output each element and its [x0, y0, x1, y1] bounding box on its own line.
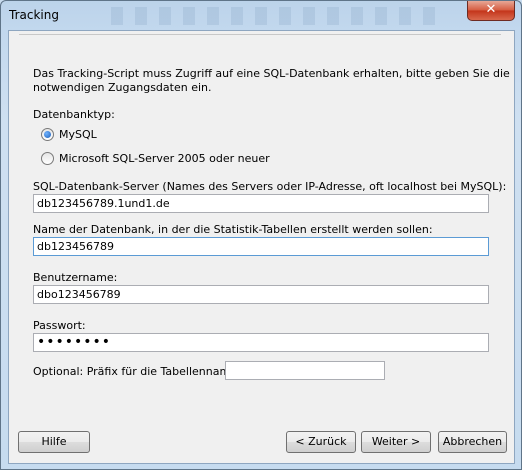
close-button[interactable]: ✕	[467, 1, 515, 21]
database-input[interactable]	[33, 237, 489, 256]
close-icon: ✕	[485, 2, 497, 17]
db-type-label: Datenbanktyp:	[33, 108, 115, 121]
title-bar[interactable]: Tracking ✕	[1, 1, 521, 29]
prefix-label: Optional: Präfix für die Tabellennamen:	[33, 365, 248, 378]
password-input[interactable]	[33, 333, 489, 352]
username-label: Benutzername:	[33, 271, 118, 284]
password-label: Passwort:	[33, 319, 86, 332]
settings-panel: Das Tracking-Script muss Zugriff auf ein…	[19, 34, 510, 415]
radio-mysql[interactable]	[41, 128, 54, 141]
next-button[interactable]: Weiter >	[361, 431, 431, 453]
help-button[interactable]: Hilfe	[18, 431, 90, 453]
dialog-client-area: Das Tracking-Script muss Zugriff auf ein…	[8, 30, 515, 464]
radio-mssql-label[interactable]: Microsoft SQL-Server 2005 oder neuer	[59, 152, 270, 165]
dialog-window: Tracking ✕ Das Tracking-Script muss Zugr…	[0, 0, 522, 470]
radio-mssql[interactable]	[41, 152, 54, 165]
prefix-input[interactable]	[225, 361, 385, 380]
cancel-button[interactable]: Abbrechen	[438, 431, 507, 453]
intro-text-line2: notwendigen Zugangsdaten ein.	[33, 81, 212, 94]
back-button[interactable]: < Zurück	[286, 431, 356, 453]
server-label: SQL-Datenbank-Server (Names des Servers …	[33, 180, 507, 193]
server-input[interactable]	[33, 194, 489, 213]
background-toolbar-ghost	[111, 7, 441, 25]
radio-mysql-label[interactable]: MySQL	[59, 128, 97, 141]
username-input[interactable]	[33, 285, 489, 304]
database-label: Name der Datenbank, in der die Statistik…	[33, 223, 433, 236]
window-title: Tracking	[9, 8, 59, 22]
intro-text-line1: Das Tracking-Script muss Zugriff auf ein…	[33, 67, 510, 80]
